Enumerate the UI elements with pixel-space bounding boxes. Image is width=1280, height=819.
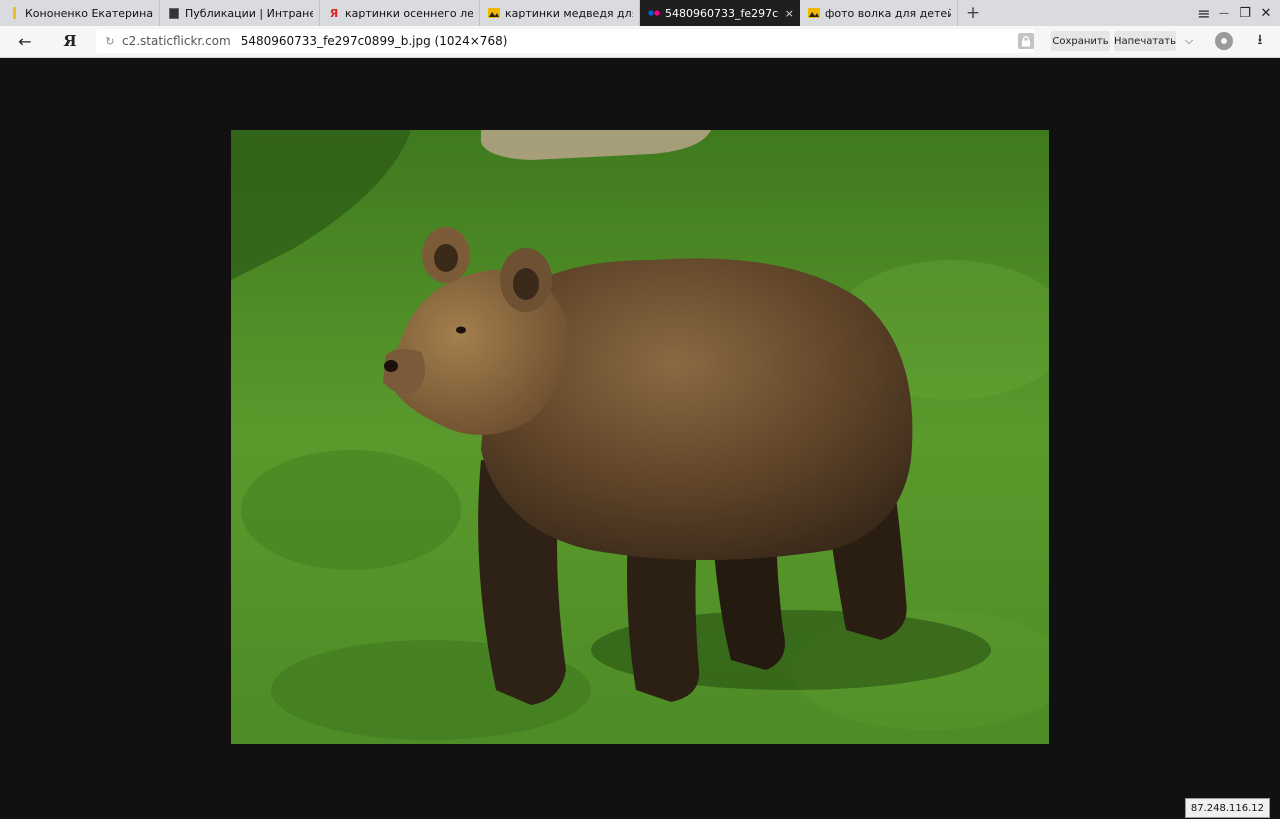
tab-title: 5480960733_fe297c0899_ [665, 6, 779, 20]
yandex-icon: Я [329, 6, 339, 20]
bear-photo[interactable] [231, 130, 1049, 744]
back-button[interactable]: ← [12, 29, 38, 53]
menu-icon[interactable]: ≡ [1194, 0, 1214, 26]
protect-icon[interactable] [1018, 33, 1034, 49]
close-window-icon[interactable]: ✕ [1256, 0, 1276, 26]
tab-title: картинки осеннего леса дл [345, 6, 473, 20]
url-host: c2.staticflickr.com [122, 34, 231, 48]
yellow-bar-icon [8, 7, 20, 19]
minimize-icon[interactable]: — [1214, 0, 1234, 26]
page-icon [168, 7, 180, 19]
tab-5[interactable]: фото волка для детей: 14 ты [800, 0, 958, 26]
save-button[interactable]: Сохранить [1051, 31, 1110, 51]
yandex-logo[interactable]: Я [57, 29, 83, 53]
restore-icon[interactable]: ❐ [1235, 0, 1255, 26]
reload-icon[interactable]: ↻ [100, 35, 120, 48]
close-tab-icon[interactable]: × [785, 7, 794, 20]
tab-title: фото волка для детей: 14 ты [825, 6, 951, 20]
print-button[interactable]: Напечатать [1114, 31, 1176, 51]
extensions-icon[interactable] [1215, 32, 1233, 50]
image-viewer: 87.248.116.12 [0, 58, 1280, 819]
yandex-images-icon [808, 7, 820, 19]
download-icon[interactable]: ⭳ [1250, 31, 1270, 51]
url-path: 5480960733_fe297c0899_b.jpg (1024×768) [240, 34, 508, 48]
tab-1[interactable]: Публикации | Интранет-по [160, 0, 320, 26]
tab-3[interactable]: картинки медведя для дете [480, 0, 640, 26]
tab-title: картинки медведя для дете [505, 6, 633, 20]
address-bar[interactable]: ↻ c2.staticflickr.com 5480960733_fe297c0… [96, 29, 1034, 53]
browser-toolbar: ← Я ↻ c2.staticflickr.com 5480960733_fe2… [0, 26, 1280, 58]
yandex-images-icon [488, 7, 500, 19]
tab-title: Кононенко Екатерина Алек [25, 6, 153, 20]
chevron-down-icon[interactable]: ⌵ [1180, 31, 1198, 51]
flickr-icon [648, 7, 660, 19]
tab-bar: Кононенко Екатерина Алек Публикации | Ин… [0, 0, 1280, 26]
tab-2[interactable]: Я картинки осеннего леса дл [320, 0, 480, 26]
tab-4-active[interactable]: 5480960733_fe297c0899_ × [640, 0, 800, 26]
ip-address-badge: 87.248.116.12 [1184, 798, 1270, 818]
tab-0[interactable]: Кононенко Екатерина Алек [0, 0, 160, 26]
new-tab-button[interactable]: + [962, 0, 984, 26]
tab-title: Публикации | Интранет-по [185, 6, 313, 20]
